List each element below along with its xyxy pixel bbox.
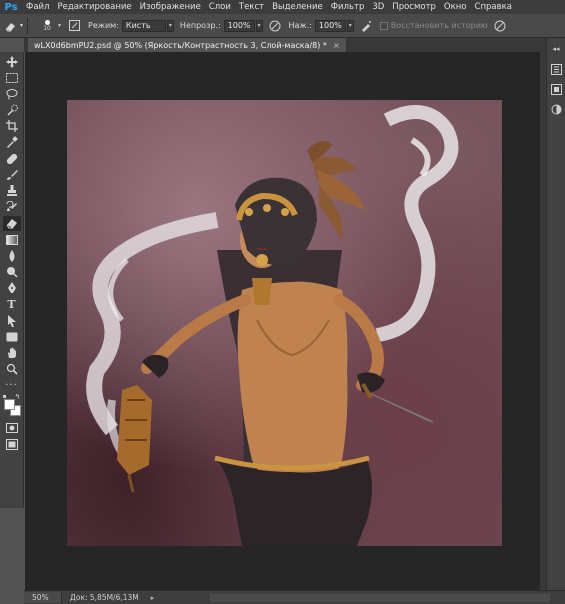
- quick-mask-icon[interactable]: [3, 421, 21, 436]
- chevron-down-icon[interactable]: ▾: [58, 22, 61, 29]
- pressure-control: Наж.: 100% ▾: [288, 19, 354, 32]
- move-icon[interactable]: [3, 54, 21, 69]
- menu-help[interactable]: Справка: [471, 2, 516, 12]
- horizontal-scrollbar[interactable]: [210, 594, 550, 602]
- chevron-down-icon[interactable]: ▾: [166, 19, 174, 32]
- more-tools-icon[interactable]: ···: [5, 380, 18, 391]
- opacity-label: Непрозр.:: [179, 21, 221, 30]
- options-bar: ▾ 10 ▾ Режим: Кисть ▾ Непрозр.: 100% ▾ Н…: [0, 14, 565, 38]
- menu-file[interactable]: Файл: [22, 2, 53, 12]
- canvas-area[interactable]: [25, 52, 546, 590]
- dodge-icon[interactable]: [3, 264, 21, 279]
- brush-size-picker[interactable]: 10: [36, 19, 58, 32]
- screen-mode-icon[interactable]: [3, 437, 21, 452]
- history-brush-icon[interactable]: [3, 200, 21, 215]
- mode-label: Режим:: [88, 21, 119, 30]
- tool-preset-picker[interactable]: ▾: [4, 20, 23, 32]
- menu-view[interactable]: Просмотр: [388, 2, 440, 12]
- restore-history-option[interactable]: Восстановить историю: [379, 21, 488, 30]
- brush-panel-icon: [69, 20, 81, 31]
- artwork-image: [67, 100, 502, 546]
- quick-select-icon[interactable]: [3, 103, 21, 118]
- menu-layers[interactable]: Слои: [205, 2, 235, 12]
- size-pressure-toggle[interactable]: [494, 20, 506, 32]
- pressure-label: Наж.:: [288, 21, 312, 30]
- artwork-illustration: [86, 105, 459, 546]
- brush-icon[interactable]: [3, 167, 21, 182]
- opacity-input[interactable]: 100%: [223, 19, 255, 32]
- menu-filter[interactable]: Фильтр: [327, 2, 369, 12]
- photoshop-logo: Ps: [4, 1, 18, 13]
- blur-icon[interactable]: [3, 248, 21, 263]
- mode-control: Режим: Кисть ▾: [88, 19, 174, 32]
- zoom-level-field[interactable]: 50%: [24, 592, 62, 603]
- document-tab-bar: wLX0d6bmPU2.psd @ 50% (Яркость/Контрастн…: [24, 38, 551, 52]
- right-panel-strip: ◂◂: [546, 38, 565, 590]
- menu-type[interactable]: Текст: [235, 2, 268, 12]
- brush-size-value: 10: [43, 24, 51, 32]
- chevron-down-icon[interactable]: ▾: [346, 19, 354, 32]
- mode-select[interactable]: Кисть: [121, 19, 166, 32]
- marquee-icon[interactable]: [3, 70, 21, 85]
- color-swatches[interactable]: ▪ ↰: [2, 393, 22, 419]
- foreground-color[interactable]: [3, 398, 15, 410]
- close-icon[interactable]: ×: [333, 41, 340, 50]
- opacity-pressure-toggle[interactable]: [269, 20, 281, 32]
- history-panel-icon[interactable]: [550, 62, 562, 76]
- menu-3d[interactable]: 3D: [368, 2, 388, 12]
- restore-history-checkbox[interactable]: [379, 21, 388, 30]
- airbrush-icon: [361, 20, 371, 32]
- horizontal-scroll-thumb[interactable]: [210, 594, 550, 602]
- clone-stamp-icon[interactable]: [3, 184, 21, 199]
- pressure-size-icon: [494, 20, 506, 31]
- eyedropper-icon[interactable]: [3, 135, 21, 150]
- pen-icon[interactable]: [3, 281, 21, 296]
- menu-select[interactable]: Выделение: [268, 2, 327, 12]
- type-icon[interactable]: T: [3, 297, 21, 312]
- document-size: Док: 5,85M/6,13M: [70, 593, 139, 602]
- menu-edit[interactable]: Редактирование: [53, 2, 135, 12]
- menu-window[interactable]: Окно: [440, 2, 471, 12]
- status-bar: 50% Док: 5,85M/6,13M ▸: [24, 590, 565, 604]
- swap-colors-icon[interactable]: ↰: [15, 393, 21, 401]
- properties-panel-icon[interactable]: [550, 82, 562, 96]
- pressure-pen-icon: [269, 20, 281, 31]
- lasso-icon[interactable]: [3, 86, 21, 101]
- path-select-icon[interactable]: [3, 313, 21, 328]
- crop-icon[interactable]: [3, 119, 21, 134]
- brush-panel-toggle[interactable]: [69, 20, 81, 31]
- collapse-panels-icon[interactable]: ◂◂: [550, 42, 562, 56]
- document-tab-title: wLX0d6bmPU2.psd @ 50% (Яркость/Контрастн…: [34, 40, 327, 50]
- adjustments-panel-icon[interactable]: [550, 102, 562, 116]
- status-menu-arrow-icon[interactable]: ▸: [151, 594, 155, 602]
- chevron-down-icon: ▾: [20, 22, 24, 29]
- document-tab[interactable]: wLX0d6bmPU2.psd @ 50% (Яркость/Контрастн…: [28, 38, 346, 52]
- restore-history-label: Восстановить историю: [390, 21, 488, 30]
- gradient-icon[interactable]: [3, 232, 21, 247]
- shape-icon[interactable]: [3, 329, 21, 344]
- hand-icon[interactable]: [3, 345, 21, 360]
- zoom-icon[interactable]: [3, 362, 21, 377]
- eraser-icon[interactable]: [2, 215, 21, 231]
- separator: [27, 17, 29, 34]
- airbrush-toggle[interactable]: [360, 20, 372, 32]
- menu-image[interactable]: Изображение: [136, 2, 205, 12]
- eraser-icon: [5, 22, 15, 31]
- menu-bar: Ps Файл Редактирование Изображение Слои …: [0, 0, 565, 14]
- pressure-input[interactable]: 100%: [314, 19, 346, 32]
- chevron-down-icon[interactable]: ▾: [255, 19, 263, 32]
- healing-brush-icon[interactable]: [3, 151, 21, 166]
- opacity-control: Непрозр.: 100% ▾: [179, 19, 263, 32]
- tools-panel: T ··· ▪ ↰: [0, 52, 24, 508]
